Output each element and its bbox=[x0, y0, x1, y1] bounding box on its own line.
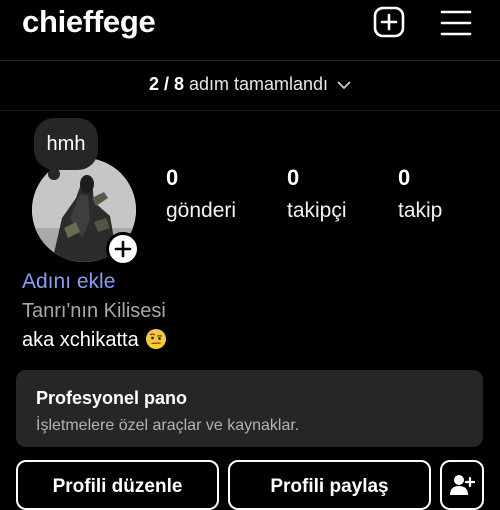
steps-progress[interactable]: 2 / 8 adım tamamlandı bbox=[0, 74, 500, 95]
add-name-link[interactable]: Adını ekle bbox=[22, 270, 115, 294]
edit-profile-label: Profili düzenle bbox=[52, 476, 183, 497]
professional-dashboard-title: Profesyonel pano bbox=[36, 388, 188, 408]
stat-posts-value: 0 bbox=[166, 165, 179, 190]
plus-square-icon bbox=[373, 6, 405, 38]
face-with-raised-eyebrow-emoji bbox=[146, 329, 167, 349]
profile-header: chieffege bbox=[0, 0, 500, 46]
bio-text-line: aka xchikatta bbox=[22, 328, 167, 352]
stat-following-label: takip bbox=[398, 199, 443, 222]
username-title[interactable]: chieffege bbox=[22, 4, 156, 40]
note-bubble-tail bbox=[48, 168, 60, 180]
stat-posts[interactable]: 0 gönderi bbox=[166, 165, 236, 223]
bio-text: aka xchikatta bbox=[22, 329, 139, 351]
profile-category: Tanrı'nın Kilisesi bbox=[22, 300, 166, 322]
edit-profile-button[interactable]: Profili düzenle bbox=[16, 460, 219, 510]
stat-following[interactable]: 0 takip bbox=[398, 165, 442, 223]
plus-icon bbox=[114, 240, 132, 258]
steps-label: adım tamamlandı bbox=[188, 74, 329, 94]
share-profile-button[interactable]: Profili paylaş bbox=[228, 460, 431, 510]
stat-following-value: 0 bbox=[398, 165, 411, 190]
create-button[interactable] bbox=[373, 6, 405, 38]
chevron-down-icon bbox=[337, 81, 351, 90]
steps-count: 2 / 8 bbox=[148, 74, 184, 94]
stat-followers-value: 0 bbox=[287, 165, 300, 190]
menu-button[interactable] bbox=[440, 8, 472, 38]
header-divider bbox=[0, 60, 500, 61]
note-bubble[interactable]: hmh bbox=[34, 118, 98, 170]
stat-followers[interactable]: 0 takipçi bbox=[287, 165, 347, 223]
hamburger-menu-icon bbox=[440, 10, 472, 36]
professional-dashboard-subtitle: İşletmelere özel araçlar ve kaynaklar. bbox=[36, 417, 300, 434]
note-text: hmh bbox=[46, 132, 86, 155]
add-person-icon bbox=[450, 475, 475, 495]
stat-followers-label: takipçi bbox=[287, 199, 347, 222]
share-profile-label: Profili paylaş bbox=[270, 476, 389, 497]
discover-people-button[interactable] bbox=[440, 460, 484, 510]
steps-divider bbox=[0, 110, 500, 111]
stat-posts-label: gönderi bbox=[166, 199, 237, 222]
professional-dashboard-card[interactable]: Profesyonel pano İşletmelere özel araçla… bbox=[16, 370, 483, 447]
add-story-button[interactable] bbox=[106, 232, 140, 266]
